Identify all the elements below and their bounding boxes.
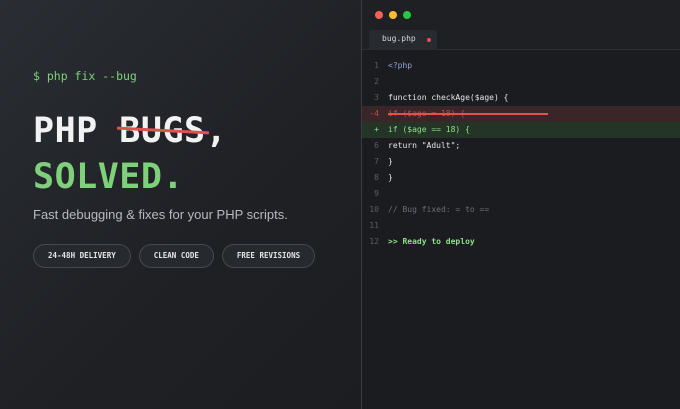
code-line: 2	[362, 74, 680, 90]
headline: PHP BUGS, SOLVED.	[33, 108, 227, 200]
code-line: 7}	[362, 154, 680, 170]
code-text: <?php	[388, 61, 413, 70]
deleted-line-strike	[388, 113, 548, 115]
line-number: -4	[369, 109, 379, 118]
line-number: +	[374, 125, 379, 134]
headline-bugs-struck: BUGS	[119, 108, 205, 154]
code-line: 6 return "Adult";	[362, 138, 680, 154]
minimize-window-icon[interactable]	[389, 11, 397, 19]
code-line: -4if ($age = 18) {	[362, 106, 680, 122]
close-window-icon[interactable]	[375, 11, 383, 19]
badge-row: 24-48H DELIVERY CLEAN CODE FREE REVISION…	[33, 244, 316, 268]
tab-label: bug.php	[382, 34, 416, 43]
line-number: 2	[374, 77, 379, 86]
line-number: 1	[374, 61, 379, 70]
unsaved-dot-icon	[427, 38, 431, 42]
line-number: 8	[374, 173, 379, 182]
line-number: 11	[369, 221, 379, 230]
terminal-prompt: $ php fix --bug	[33, 69, 137, 83]
code-line: 3 function checkAge($age) {	[362, 90, 680, 106]
code-text: // Bug fixed: = to ==	[388, 205, 490, 214]
line-number: 9	[374, 189, 379, 198]
tab-bar: bug.php	[362, 30, 680, 50]
code-text: return "Adult";	[388, 141, 461, 150]
maximize-window-icon[interactable]	[403, 11, 411, 19]
headline-php: PHP	[33, 111, 98, 151]
code-line: + if ($age == 18) {	[362, 122, 680, 138]
line-number: 3	[374, 93, 379, 102]
tab-bug-php[interactable]: bug.php	[369, 30, 437, 50]
badge-clean-code: CLEAN CODE	[138, 244, 214, 268]
code-text: }	[388, 173, 393, 182]
line-number: 6	[374, 141, 379, 150]
code-line: 1 <?php	[362, 58, 680, 74]
tagline: Fast debugging & fixes for your PHP scri…	[33, 207, 288, 222]
line-number: 10	[369, 205, 379, 214]
code-line: 8}	[362, 170, 680, 186]
hero-panel: $ php fix --bug PHP BUGS, SOLVED. Fast d…	[0, 0, 361, 409]
headline-solved: SOLVED.	[33, 157, 185, 197]
window-titlebar	[362, 0, 680, 30]
code-line: 9	[362, 186, 680, 202]
badge-free-revisions: FREE REVISIONS	[221, 244, 316, 268]
code-text: function checkAge($age) {	[388, 93, 509, 102]
code-line: 11	[362, 218, 680, 234]
code-text: }	[388, 157, 393, 166]
code-editor-window: bug.php 1 <?php 2 3 function checkAge($age) …	[361, 0, 680, 409]
code-line: 12 >> Ready to deploy	[362, 234, 680, 250]
line-number: 12	[369, 237, 379, 246]
badge-delivery: 24-48H DELIVERY	[33, 244, 131, 268]
line-number: 7	[374, 157, 379, 166]
code-line: 10 // Bug fixed: = to ==	[362, 202, 680, 218]
code-text: >> Ready to deploy	[388, 237, 475, 246]
code-text: if ($age == 18) {	[388, 125, 470, 134]
code-area[interactable]: 1<?php23function checkAge($age) {-4if ($…	[362, 58, 680, 250]
